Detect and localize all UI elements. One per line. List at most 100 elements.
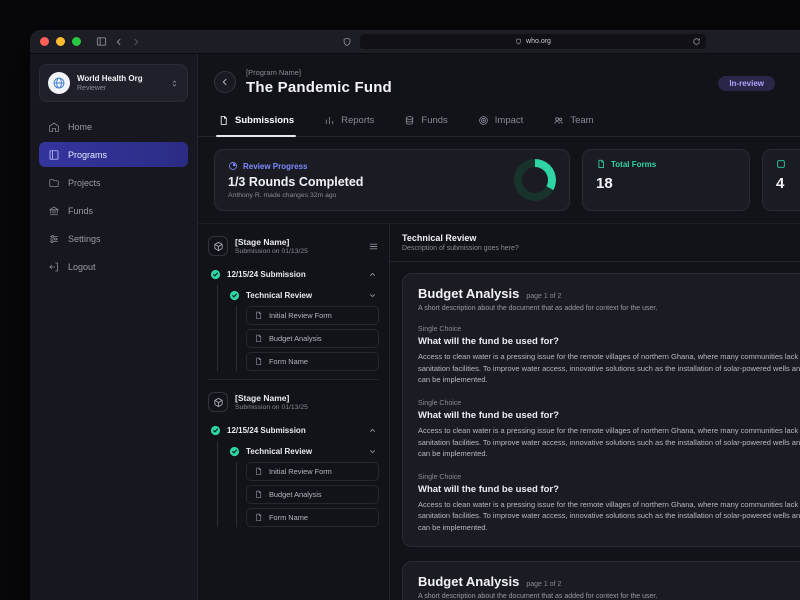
reload-icon[interactable]: [692, 37, 701, 46]
document-icon: [254, 490, 263, 499]
stage-submission-date: Submission on 01/13/25: [235, 404, 308, 411]
sidebar-item-logout[interactable]: Logout: [39, 254, 188, 279]
document-card: Budget Analysis page 1 of 2 A short desc…: [402, 273, 800, 547]
tab-funds[interactable]: Funds: [402, 106, 449, 136]
close-window-button[interactable]: [40, 37, 49, 46]
total-forms-card: Total Forms 18: [582, 149, 750, 211]
round-label: 12/15/24 Submission: [227, 270, 306, 279]
question-answer: Access to clean water is a pressing issu…: [418, 425, 800, 459]
form-label: Budget Analysis: [269, 334, 322, 343]
stage-menu-icon[interactable]: [368, 241, 379, 252]
document-description: A short description about the document t…: [418, 592, 658, 600]
org-text: World Health Org Reviewer: [77, 74, 143, 91]
tab-team[interactable]: Team: [551, 106, 595, 136]
sidebar-item-programs[interactable]: Programs: [39, 142, 188, 167]
form-item[interactable]: Initial Review Form: [246, 462, 379, 481]
form-item[interactable]: Budget Analysis: [246, 329, 379, 348]
cube-icon: [208, 236, 228, 256]
stage-review-group: Technical Review Initial Review Form Bud…: [217, 285, 379, 371]
forms-icon: [596, 159, 606, 169]
review-panel: Technical Review Description of submissi…: [390, 224, 800, 600]
form-label: Form Name: [269, 357, 309, 366]
question-type: Single Choice: [418, 326, 462, 333]
browser-forward-icon[interactable]: [131, 37, 141, 47]
review-row[interactable]: Technical Review: [227, 441, 379, 462]
bank-icon: [48, 205, 60, 217]
stage-tree: [Stage Name] Submission on 01/13/25 12/1…: [198, 224, 390, 600]
tab-reports[interactable]: Reports: [322, 106, 376, 136]
question-block: Single Choice What will the fund be used…: [418, 474, 800, 534]
document-icon: [254, 334, 263, 343]
form-item[interactable]: Form Name: [246, 508, 379, 527]
review-description: Description of submission goes here?: [402, 245, 519, 252]
question-type: Single Choice: [418, 399, 462, 407]
review-panel-body[interactable]: Budget Analysis page 1 of 2 A short desc…: [390, 262, 800, 600]
chevron-up-icon: [368, 426, 377, 435]
reports-icon: [324, 115, 335, 126]
home-icon: [48, 121, 60, 133]
round-row[interactable]: 12/15/24 Submission: [208, 264, 379, 285]
review-row[interactable]: Technical Review: [227, 285, 379, 306]
form-item[interactable]: Budget Analysis: [246, 485, 379, 504]
submissions-icon: [218, 115, 229, 126]
document-description: A short description about the document t…: [418, 305, 658, 312]
question-text: What will the fund be used for?: [418, 483, 559, 495]
round-label: 12/15/24 Submission: [227, 426, 306, 435]
chevron-up-icon: [368, 270, 377, 279]
zoom-window-button[interactable]: [72, 37, 81, 46]
document-icon: [254, 311, 263, 320]
check-circle-icon: [229, 446, 240, 457]
sliders-icon: [48, 233, 60, 245]
back-button[interactable]: [214, 71, 236, 93]
form-item[interactable]: Initial Review Form: [246, 306, 379, 325]
sidebar-item-projects[interactable]: Projects: [39, 170, 188, 195]
review-panel-header: Technical Review Description of submissi…: [390, 224, 800, 262]
review-label: Technical Review: [246, 447, 313, 456]
org-name: World Health Org: [77, 74, 143, 84]
nav-label: Logout: [68, 261, 96, 272]
chevron-down-icon: [368, 291, 377, 300]
sidebar-toggle-icon[interactable]: [96, 36, 107, 47]
sidebar-item-home[interactable]: Home: [39, 114, 188, 139]
review-progress-text: Review Progress 1/3 Rounds Completed Ant…: [228, 161, 363, 200]
org-switcher[interactable]: World Health Org Reviewer: [39, 64, 188, 102]
sidebar-item-settings[interactable]: Settings: [39, 226, 188, 251]
page-title: The Pandemic Fund: [246, 79, 392, 96]
minimize-window-button[interactable]: [56, 37, 65, 46]
tab-submissions[interactable]: Submissions: [216, 106, 297, 137]
address-bar[interactable]: who.org: [360, 34, 706, 49]
nav-label: Funds: [68, 205, 94, 216]
review-title: Technical Review: [402, 233, 477, 243]
tab-label: Impact: [494, 115, 524, 126]
nav-label: Programs: [68, 149, 108, 160]
progress-donut-chart: [514, 159, 556, 201]
question-text: What will the fund be used for?: [418, 336, 559, 347]
sidebar-nav: Home Programs Projects Funds Settings Lo…: [39, 114, 188, 279]
address-bar-area: who.org: [148, 34, 800, 49]
tab-impact[interactable]: Impact: [476, 106, 526, 136]
progress-meta: Anthony R. made changes 32m ago: [228, 192, 337, 199]
stage-header[interactable]: [Stage Name] Submission on 01/13/25: [208, 390, 379, 420]
program-name-label: [Program Name]: [246, 68, 302, 77]
progress-label: Review Progress: [243, 161, 308, 171]
progress-icon: [228, 161, 238, 171]
divider: [208, 379, 379, 380]
privacy-shield-icon[interactable]: [342, 37, 352, 47]
browser-back-icon[interactable]: [114, 37, 124, 47]
review-progress-card: Review Progress 1/3 Rounds Completed Ant…: [214, 149, 570, 211]
funds-icon: [404, 115, 415, 126]
page-header: [Program Name] The Pandemic Fund In-revi…: [198, 54, 800, 104]
partial-stat-value: 4: [776, 175, 785, 192]
question-answer: Access to clean water is a pressing issu…: [418, 499, 800, 532]
nav-label: Settings: [68, 233, 101, 244]
form-item[interactable]: Form Name: [246, 352, 379, 371]
stage-header[interactable]: [Stage Name] Submission on 01/13/25: [208, 234, 379, 264]
nav-label: Home: [68, 121, 93, 132]
stage-submission-date: Submission on 01/13/25: [235, 248, 308, 255]
sidebar-item-funds[interactable]: Funds: [39, 198, 188, 223]
browser-window: who.org World Health Org Reviewer Home P…: [30, 30, 800, 600]
check-circle-icon: [229, 290, 240, 301]
tab-bar: Submissions Reports Funds Impact Team: [198, 106, 800, 137]
who-logo: [48, 72, 70, 94]
round-row[interactable]: 12/15/24 Submission: [208, 420, 379, 441]
